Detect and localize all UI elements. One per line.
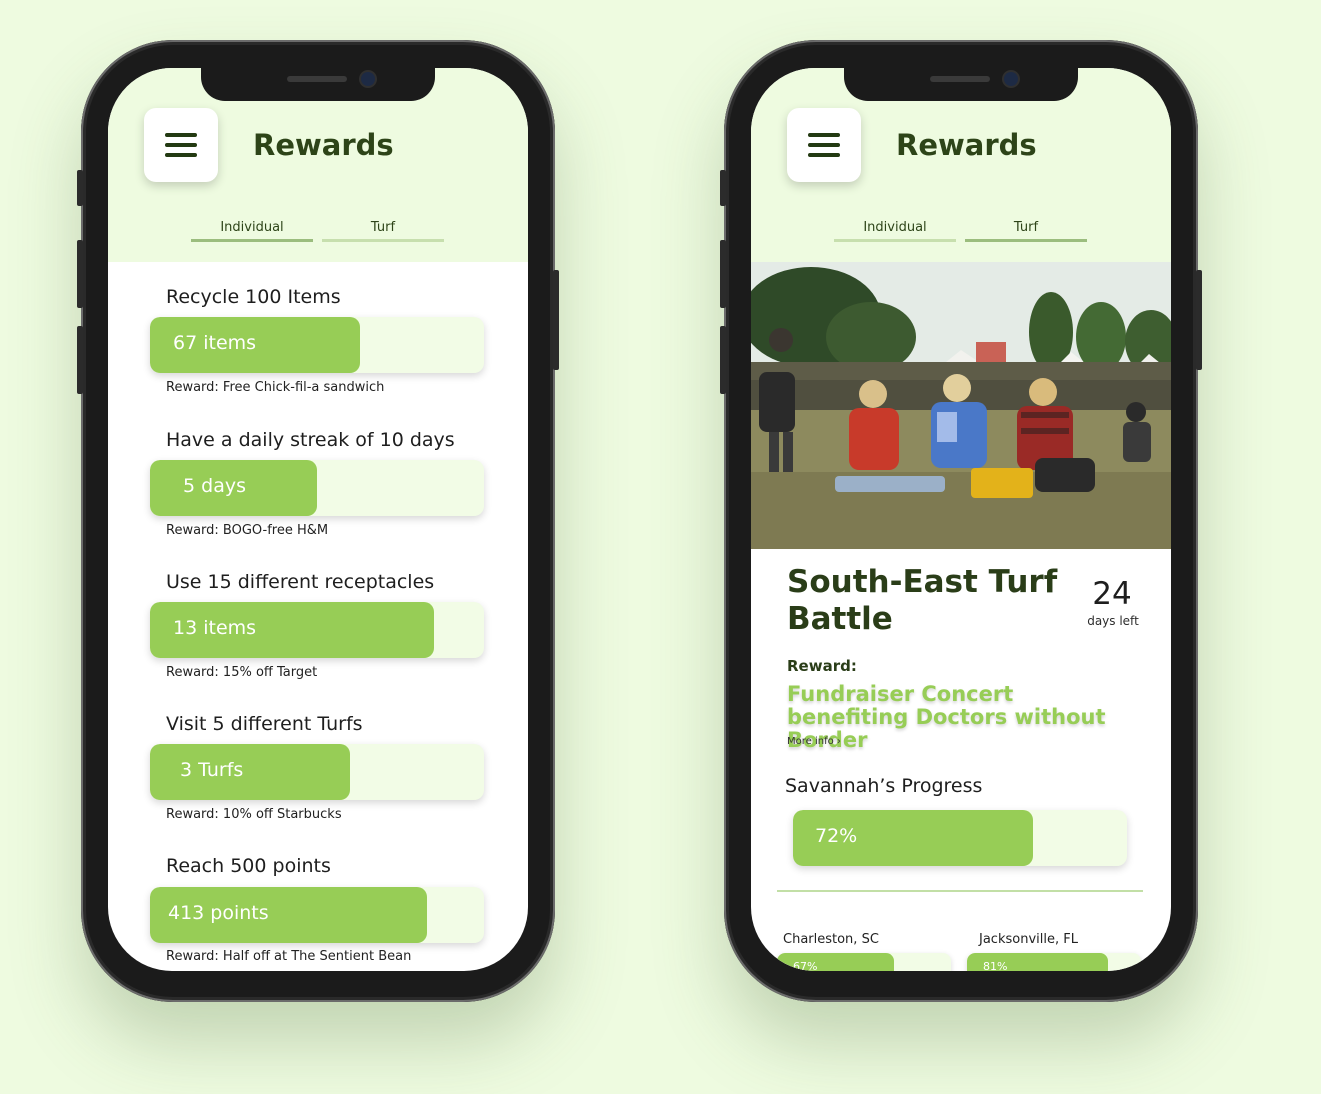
goal-title: Have a daily streak of 10 days	[166, 429, 455, 451]
volume-down-button	[720, 326, 726, 394]
days-left-value: 24	[1092, 576, 1132, 612]
goal-progress-label: 413 points	[168, 902, 269, 924]
city-progress-bar: 81%	[967, 953, 1141, 971]
goal-title: Use 15 different receptacles	[166, 571, 435, 593]
tab-label: Individual	[220, 220, 284, 235]
page-title: Rewards	[896, 128, 1037, 162]
goal-progress-label: 3 Turfs	[180, 759, 244, 781]
turf-banner-photo	[751, 262, 1171, 549]
notch	[844, 68, 1078, 101]
phone-individual: Rewards Individual Turf Recycle 100 Item…	[77, 40, 559, 1002]
volume-up-button	[77, 240, 83, 308]
goal-reward: Reward: BOGO-free H&M	[166, 523, 329, 538]
power-button	[1196, 270, 1202, 370]
divider	[777, 890, 1143, 892]
tab-turf[interactable]: Turf	[322, 220, 444, 242]
notch	[201, 68, 435, 101]
city-name: Charleston, SC	[783, 932, 879, 947]
goal-progress-bar: 13 items	[150, 602, 484, 658]
goal-progress-bar: 413 points	[150, 887, 484, 943]
page-title: Rewards	[253, 128, 394, 162]
progress-title: Savannah’s Progress	[785, 775, 983, 797]
reward-heading: Reward:	[787, 657, 857, 675]
screen: Rewards Individual Turf South-East Turf …	[751, 68, 1171, 971]
goal-progress-label: 67 items	[173, 332, 257, 354]
goal-reward: Reward: 10% off Starbucks	[166, 807, 342, 822]
menu-icon	[808, 133, 840, 137]
goal-reward: Reward: Free Chick-fil-a sandwich	[166, 380, 385, 395]
goal-progress-label: 5 days	[183, 475, 246, 497]
goal-progress-bar: 5 days	[150, 460, 484, 516]
tab-individual[interactable]: Individual	[191, 220, 313, 242]
tab-turf[interactable]: Turf	[965, 220, 1087, 242]
turf-battle-title: South-East Turf Battle	[787, 564, 1058, 637]
goal-title: Reach 500 points	[166, 855, 331, 877]
goal-reward: Reward: 15% off Target	[166, 665, 318, 680]
volume-down-button	[77, 326, 83, 394]
city-progress-bar: 67%	[777, 953, 951, 971]
goal-title: Visit 5 different Turfs	[166, 713, 363, 735]
phone-turf: Rewards Individual Turf South-East Turf …	[720, 40, 1202, 1002]
tab-label: Turf	[370, 220, 396, 235]
mute-switch	[720, 170, 726, 206]
mute-switch	[77, 170, 83, 206]
tab-label: Individual	[863, 220, 927, 235]
city-progress-label: 67%	[793, 960, 818, 971]
menu-icon	[165, 133, 197, 137]
power-button	[553, 270, 559, 370]
city-name: Jacksonville, FL	[979, 932, 1078, 947]
volume-up-button	[720, 240, 726, 308]
goal-progress-bar: 67 items	[150, 317, 484, 373]
city-progress-label: 81%	[983, 960, 1008, 971]
more-info-link[interactable]: More info ›	[787, 736, 841, 747]
menu-button[interactable]	[144, 108, 218, 182]
goal-reward: Reward: Half off at The Sentient Bean	[166, 949, 412, 964]
goal-progress-bar: 3 Turfs	[150, 744, 484, 800]
tab-individual[interactable]: Individual	[834, 220, 956, 242]
tab-label: Turf	[1013, 220, 1039, 235]
days-left-label: days left	[1087, 614, 1139, 628]
personal-progress-label: 72%	[815, 825, 858, 847]
screen: Rewards Individual Turf Recycle 100 Item…	[108, 68, 528, 971]
personal-progress-bar: 72%	[793, 810, 1127, 866]
goal-progress-label: 13 items	[173, 617, 257, 639]
menu-button[interactable]	[787, 108, 861, 182]
goal-title: Recycle 100 Items	[166, 286, 341, 308]
